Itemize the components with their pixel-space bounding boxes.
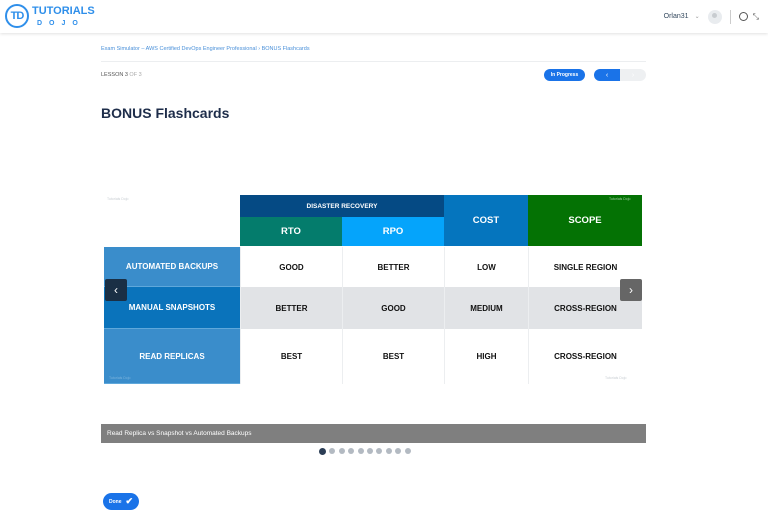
watermark: Tutorials Dojo bbox=[609, 197, 631, 201]
watermark: Tutorials Dojo bbox=[605, 376, 627, 380]
lesson-label: LESSON 3 bbox=[101, 72, 128, 78]
slide-caption: Read Replica vs Snapshot vs Automated Ba… bbox=[101, 424, 646, 443]
carousel-dots bbox=[319, 447, 411, 455]
carousel-prev-button[interactable]: ‹ bbox=[105, 279, 127, 301]
table-cell: BETTER bbox=[240, 287, 342, 329]
carousel-next-button[interactable]: › bbox=[620, 279, 642, 301]
clock-icon[interactable] bbox=[738, 12, 748, 21]
top-bar: TD TUTORIALS DOJO Orlan31 ⌄ ⤡ bbox=[0, 0, 768, 33]
tutorials-dojo-logo[interactable]: TD TUTORIALS DOJO bbox=[5, 4, 95, 28]
done-label: Done bbox=[108, 498, 122, 505]
previous-lesson-button[interactable]: ‹ bbox=[594, 69, 620, 81]
lesson-total: OF 3 bbox=[127, 72, 142, 78]
watermark: Tutorials Dojo bbox=[107, 197, 129, 201]
carousel-dot[interactable] bbox=[319, 447, 326, 455]
divider bbox=[101, 61, 646, 62]
header-rto: RTO bbox=[240, 217, 342, 246]
header-disaster-recovery: DISASTER RECOVERY bbox=[240, 195, 444, 217]
logo-text-line1: TUTORIALS bbox=[32, 4, 95, 17]
username[interactable]: Orlan31 bbox=[664, 13, 689, 20]
header-scope: SCOPE bbox=[528, 195, 642, 246]
page-title: BONUS Flashcards bbox=[101, 105, 230, 121]
carousel-dot[interactable] bbox=[366, 448, 373, 454]
carousel-dot[interactable] bbox=[395, 448, 402, 454]
logo-badge-icon: TD bbox=[5, 4, 29, 28]
carousel-dot[interactable] bbox=[376, 448, 383, 454]
table-cell: LOW bbox=[444, 247, 528, 287]
done-button[interactable]: Done ✔ bbox=[103, 493, 139, 510]
next-lesson-button[interactable]: › bbox=[620, 69, 646, 81]
table-cell: BEST bbox=[240, 329, 342, 384]
fullscreen-icon[interactable]: ⤡ bbox=[753, 12, 759, 22]
flashcard-slide: Tutorials Dojo Tutorials Dojo DISASTER R… bbox=[101, 193, 646, 386]
header-cost: COST bbox=[444, 195, 528, 246]
table-cell: MEDIUM bbox=[444, 287, 528, 329]
carousel-dot[interactable] bbox=[338, 448, 345, 454]
carousel-dot[interactable] bbox=[385, 448, 392, 454]
carousel-dot[interactable] bbox=[404, 448, 411, 454]
table-cell: HIGH bbox=[444, 329, 528, 384]
carousel-dot[interactable] bbox=[357, 448, 364, 454]
check-icon: ✔ bbox=[125, 496, 134, 506]
carousel-dot[interactable] bbox=[329, 448, 336, 454]
avatar[interactable] bbox=[707, 9, 722, 24]
table-cell: BETTER bbox=[342, 247, 444, 287]
table-cell: GOOD bbox=[240, 247, 342, 287]
table-cell: GOOD bbox=[342, 287, 444, 329]
breadcrumb[interactable]: Exam Simulator – AWS Certified DevOps En… bbox=[101, 46, 310, 52]
header-rpo: RPO bbox=[342, 217, 444, 246]
logo-text-line2: DOJO bbox=[37, 19, 85, 27]
status-badge: In Progress bbox=[544, 69, 585, 81]
divider bbox=[729, 9, 731, 24]
lesson-counter: LESSON 3 OF 3 bbox=[101, 72, 142, 78]
watermark: Tutorials Dojo bbox=[109, 376, 131, 380]
carousel-dot[interactable] bbox=[348, 448, 355, 454]
chevron-down-icon[interactable]: ⌄ bbox=[695, 13, 700, 20]
table-cell: BEST bbox=[342, 329, 444, 384]
